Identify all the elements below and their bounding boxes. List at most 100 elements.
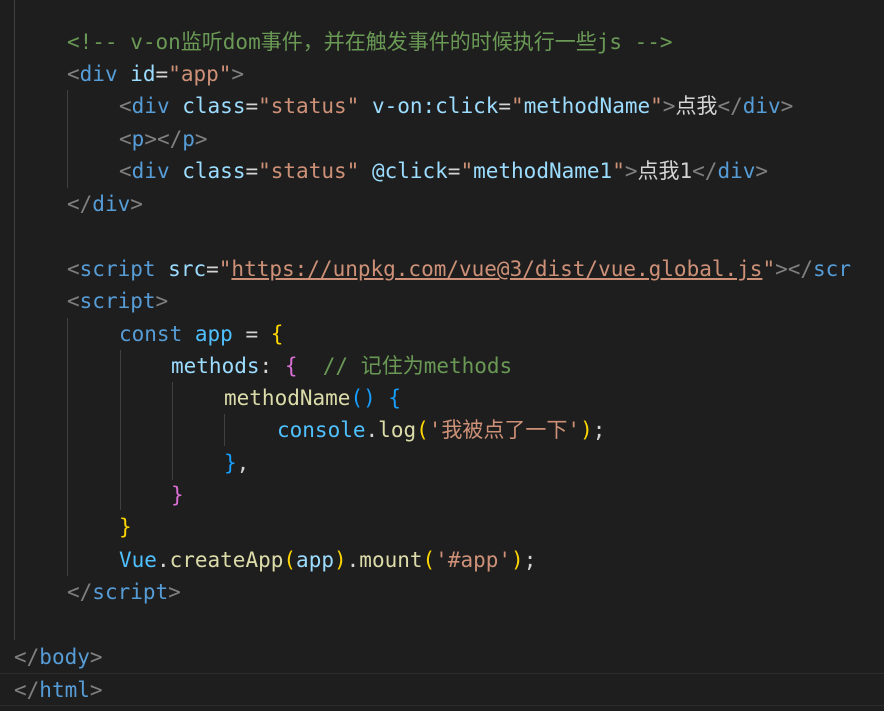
code-token: = [155,62,169,86]
code-token: </ [67,580,93,604]
code-token: { [388,386,402,410]
code-token: . [365,418,379,442]
code-token: = [232,322,271,346]
code-token: ; [523,548,537,572]
code-token: < [67,289,80,313]
code-token: div [79,62,118,86]
code-token: html [39,678,90,702]
code-token: id [130,62,156,86]
code-token: < [119,127,132,151]
code-token: <!-- v-on监听dom事件，并在触发事件的时候执行一些js --> [67,30,673,54]
code-token: body [39,645,90,669]
code-line[interactable]: } [0,511,884,544]
code-line[interactable]: }, [0,447,884,480]
code-token: src [168,257,207,281]
code-line[interactable]: <div class="status" @click="methodName1"… [0,155,884,188]
code-token: app [296,548,334,572]
code-token: div [742,94,781,118]
code-token: > [155,289,169,313]
code-token: } [224,451,237,475]
code-token: v-on:click [371,94,499,118]
code-token: https://unpkg.com/vue@3/dist/vue.global.… [231,257,763,281]
code-token: methodName [224,386,351,410]
code-token: . [346,548,360,572]
code-line-current[interactable]: </html> [0,673,884,706]
code-line[interactable]: const app = { [0,318,884,351]
code-token: " [762,257,776,281]
code-editor[interactable]: <!-- v-on监听dom事件，并在触发事件的时候执行一些js --> <di… [0,0,884,711]
code-token: < [67,257,80,281]
code-token: ( [416,418,429,442]
code-token: . [156,548,170,572]
code-token: ></ [775,257,814,281]
code-token: const [119,322,183,346]
code-token: ( [283,548,297,572]
code-token: ; [592,418,606,442]
code-token: 点我 [675,94,718,118]
code-token: methodName1 [473,159,613,183]
code-line[interactable]: </body> [0,641,884,674]
code-token: "status" [258,159,360,183]
code-token: = [245,94,259,118]
code-token: > [89,645,103,669]
code-token: () [350,386,376,410]
code-line[interactable]: methodName() { [0,382,884,415]
code-token: "status" [258,94,360,118]
code-line[interactable]: <div id="app"> [0,58,884,91]
code-token: > [780,94,794,118]
code-token: > [755,159,769,183]
code-line[interactable]: </script> [0,576,884,609]
code-token: > [624,159,638,183]
code-token: Vue [119,548,157,572]
code-token: </ [717,94,743,118]
code-token: div [717,159,756,183]
code-token: log [378,418,417,442]
code-token: ( [422,548,436,572]
code-line[interactable]: <script> [0,285,884,318]
code-token: script [79,257,156,281]
code-line[interactable] [0,609,884,642]
code-token: > [130,192,143,216]
code-token: </ [67,192,93,216]
code-line[interactable]: <script src="https://unpkg.com/vue@3/dis… [0,253,884,286]
code-line[interactable]: </div> [0,188,884,221]
code-token: , [236,451,250,475]
code-token: mount [359,548,423,572]
code-token: " [650,94,663,118]
code-token: script [92,580,169,604]
code-line[interactable]: <div class="status" v-on:click="methodNa… [0,90,884,123]
code-line[interactable]: <p></p> [0,123,884,156]
code-token: > [89,678,103,702]
code-token: = [498,94,512,118]
code-token: : [259,354,285,378]
code-line[interactable]: } [0,479,884,512]
code-token: > [662,94,676,118]
code-line[interactable]: <!-- v-on监听dom事件，并在触发事件的时候执行一些js --> [0,26,884,59]
code-token: " [218,257,232,281]
code-token: createApp [169,548,284,572]
code-token: </ [14,645,40,669]
code-token: ) [333,548,347,572]
code-token: // 记住为methods [322,354,513,378]
code-line[interactable]: methods: { // 记住为methods [0,350,884,383]
code-line[interactable]: Vue.createApp(app).mount('#app'); [0,544,884,577]
code-token: methodName [523,94,651,118]
code-token: "app" [168,62,232,86]
code-token: " [612,159,625,183]
code-token: 点我1 [637,159,693,183]
code-token: div [131,94,170,118]
code-line[interactable] [0,220,884,253]
code-line[interactable]: console.log('我被点了一下'); [0,414,884,447]
code-token: '#app' [435,548,512,572]
code-token: </ [692,159,718,183]
code-token: } [171,483,184,507]
code-token: = [447,159,461,183]
code-token: div [92,192,131,216]
code-token: = [245,159,259,183]
code-token: console [277,418,366,442]
